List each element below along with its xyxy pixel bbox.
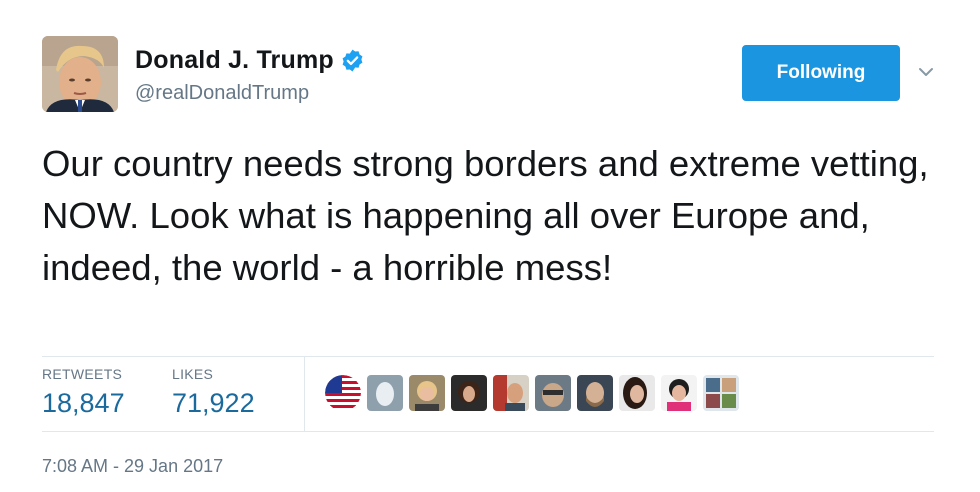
likes-stat[interactable]: LIKES 71,922 xyxy=(172,366,255,419)
tweet-timestamp[interactable]: 7:08 AM - 29 Jan 2017 xyxy=(42,456,223,477)
author-name-text[interactable]: Donald J. Trump xyxy=(135,46,334,75)
retweets-label: RETWEETS xyxy=(42,366,123,382)
liker-avatar[interactable] xyxy=(577,375,613,411)
liker-avatar[interactable] xyxy=(409,375,445,411)
liker-avatar[interactable] xyxy=(619,375,655,411)
retweets-stat[interactable]: RETWEETS 18,847 xyxy=(42,366,125,419)
chevron-down-icon[interactable] xyxy=(916,62,936,82)
following-button[interactable]: Following xyxy=(742,45,900,101)
stats-divider-top xyxy=(42,356,934,357)
author-avatar[interactable] xyxy=(42,36,118,112)
retweets-count[interactable]: 18,847 xyxy=(42,388,125,419)
liker-avatar[interactable] xyxy=(451,375,487,411)
author-name[interactable]: Donald J. Trump xyxy=(135,46,365,75)
liked-by-avatars xyxy=(325,375,739,411)
liker-avatar[interactable] xyxy=(535,375,571,411)
tweet-card: Donald J. Trump @realDonaldTrump Followi… xyxy=(0,0,980,492)
liker-avatar[interactable] xyxy=(325,375,361,411)
liker-avatar[interactable] xyxy=(367,375,403,411)
tweet-text: Our country needs strong borders and ext… xyxy=(42,143,929,288)
verified-badge-icon xyxy=(340,48,365,73)
stats-divider-bottom xyxy=(42,431,934,432)
liker-avatar[interactable] xyxy=(661,375,697,411)
likes-label: LIKES xyxy=(172,366,214,382)
stats-vertical-divider xyxy=(304,357,305,431)
likes-count[interactable]: 71,922 xyxy=(172,388,255,419)
author-handle[interactable]: @realDonaldTrump xyxy=(135,82,309,105)
liker-avatar[interactable] xyxy=(703,375,739,411)
liker-avatar[interactable] xyxy=(493,375,529,411)
